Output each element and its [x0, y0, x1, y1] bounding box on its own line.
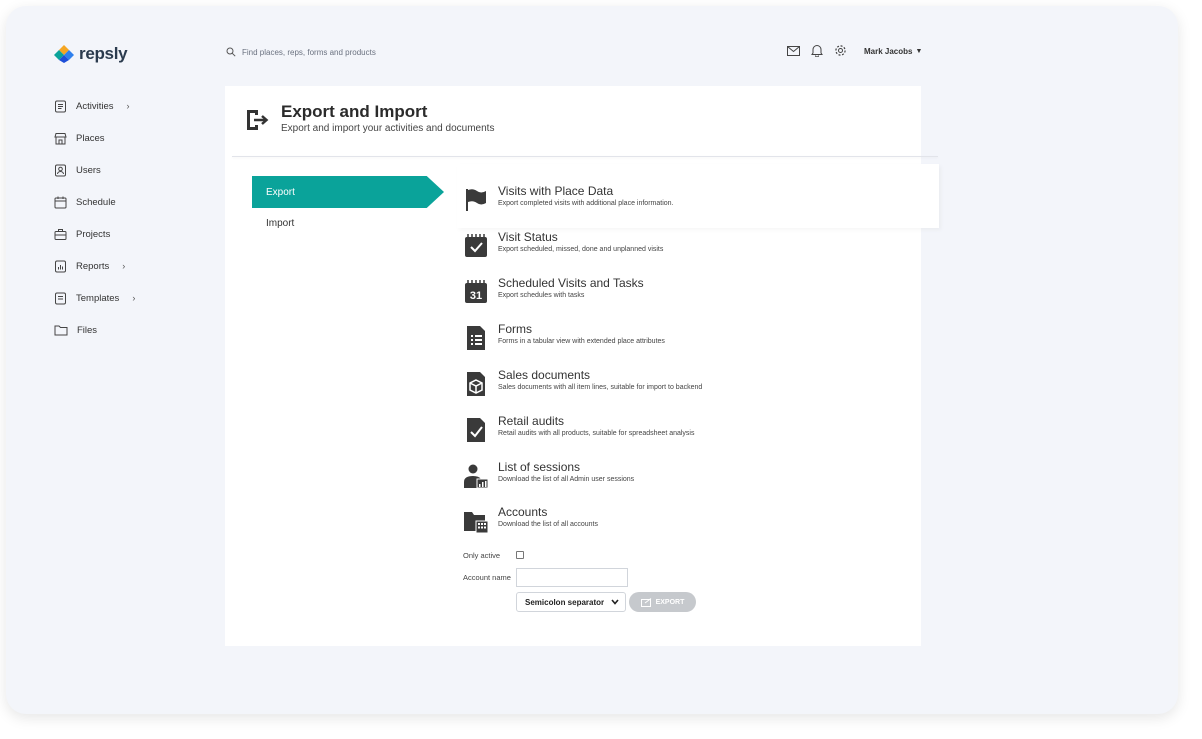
brand-name: repsly — [79, 44, 128, 63]
calendar-31-icon: 31 — [465, 280, 487, 303]
separator-selected-value: Semicolon separator — [525, 597, 605, 607]
export-item-title: Retail audits — [498, 414, 565, 428]
export-item-description: Sales documents with all item lines, sui… — [498, 384, 703, 391]
export-item-list-of-sessions[interactable]: List of sessions Download the list of al… — [463, 460, 923, 503]
accounts-folder-icon — [464, 512, 489, 534]
export-item-description: Export scheduled, missed, done and unpla… — [498, 246, 664, 253]
export-item-title: Sales documents — [498, 368, 591, 382]
separator-select[interactable]: Semicolon separator — [516, 592, 626, 612]
calendar-day-number: 31 — [470, 290, 482, 302]
export-item-title: List of sessions — [498, 460, 581, 474]
sidebar-item-label: Projects — [76, 228, 111, 240]
user-menu[interactable]: Mark Jacobs ▼ — [864, 47, 922, 56]
chevron-right-icon: › — [122, 261, 126, 271]
briefcase-icon — [54, 228, 67, 240]
chevron-right-icon: › — [132, 293, 136, 303]
form-document-icon — [467, 326, 485, 350]
bell-icon[interactable] — [811, 44, 823, 57]
export-item-description: Export completed visits with additional … — [498, 200, 674, 207]
audit-check-document-icon — [467, 418, 485, 442]
export-item-visit-status[interactable]: Visit Status Export scheduled, missed, d… — [463, 230, 923, 273]
export-arrow-icon — [640, 597, 651, 607]
export-item-sales-documents[interactable]: Sales documents Sales documents with all… — [463, 368, 923, 411]
sidebar-item-projects[interactable]: Projects — [54, 218, 135, 250]
export-item-title: Scheduled Visits and Tasks — [498, 276, 644, 290]
sidebar-item-reports[interactable]: Reports › — [54, 250, 135, 282]
export-item-description: Download the list of all accounts — [498, 521, 598, 528]
folder-icon — [54, 325, 68, 336]
calendar-check-icon — [465, 234, 487, 257]
chevron-right-icon: › — [126, 101, 130, 111]
export-door-icon — [247, 110, 269, 130]
app-window: repsly Mark Jacobs ▼ Activities — [6, 6, 1178, 714]
export-item-title: Forms — [498, 322, 532, 336]
export-item-retail-audits[interactable]: Retail audits Retail audits with all pro… — [463, 414, 923, 457]
gear-icon[interactable] — [834, 44, 847, 57]
store-icon — [54, 132, 67, 144]
export-item-description: Download the list of all Admin user sess… — [498, 476, 635, 483]
template-icon — [55, 292, 66, 304]
export-item-visits-place-data[interactable]: Visits with Place Data Export completed … — [463, 184, 923, 227]
account-name-input[interactable] — [516, 568, 628, 587]
sidebar-item-activities[interactable]: Activities › — [54, 90, 135, 122]
sidebar-item-templates[interactable]: Templates › — [54, 282, 135, 314]
user-name: Mark Jacobs — [864, 47, 913, 56]
sidebar-item-label: Places — [76, 132, 105, 144]
caret-down-icon: ▼ — [915, 48, 923, 55]
calendar-icon — [54, 196, 67, 208]
search-icon — [226, 47, 236, 57]
sidebar-item-places[interactable]: Places — [54, 122, 135, 154]
brand-logo[interactable]: repsly — [54, 44, 128, 64]
chevron-down-icon — [611, 599, 619, 605]
export-item-title: Accounts — [498, 505, 548, 519]
user-stats-icon — [464, 464, 489, 489]
sales-document-box-icon — [467, 372, 485, 396]
export-item-forms[interactable]: Forms Forms in a tabular view with exten… — [463, 322, 923, 365]
repsly-logo-icon — [54, 45, 74, 63]
export-button-label: EXPORT — [655, 598, 685, 606]
sidebar-item-label: Activities — [76, 100, 114, 112]
sidebar-item-label: Templates — [76, 292, 120, 304]
export-item-title: Visits with Place Data — [498, 184, 614, 198]
mail-icon[interactable] — [787, 45, 800, 56]
export-import-panel: Export and Import Export and import your… — [225, 86, 939, 646]
export-item-title: Visit Status — [498, 230, 558, 244]
export-item-description: Retail audits with all products, suitabl… — [498, 430, 695, 437]
search-input[interactable] — [242, 47, 502, 57]
header-divider — [232, 156, 938, 157]
sidebar-item-schedule[interactable]: Schedule — [54, 186, 135, 218]
sidebar-item-label: Users — [76, 164, 101, 176]
sidebar-item-users[interactable]: Users — [54, 154, 135, 186]
only-active-label: Only active — [463, 551, 501, 560]
export-item-accounts[interactable]: Accounts Download the list of all accoun… — [463, 505, 923, 548]
page-title: Export and Import — [281, 102, 428, 121]
user-badge-icon — [55, 164, 66, 176]
report-chart-icon — [55, 260, 66, 272]
sidebar-item-label: Files — [77, 324, 98, 336]
export-item-description: Forms in a tabular view with extended pl… — [498, 338, 665, 345]
clipboard-icon — [55, 100, 66, 112]
sidebar-item-label: Schedule — [76, 196, 116, 208]
export-item-description: Export schedules with tasks — [498, 292, 585, 299]
export-button[interactable]: EXPORT — [629, 592, 696, 612]
export-item-scheduled-visits-tasks[interactable]: 31 Scheduled Visits and Tasks Export sch… — [463, 276, 923, 319]
flag-icon — [466, 189, 486, 211]
global-search — [226, 47, 502, 57]
panel-header: Export and Import Export and import your… — [225, 86, 921, 156]
export-import-tabs: Export Import — [252, 176, 444, 238]
account-name-label: Account name — [463, 573, 511, 582]
sidebar: Activities › Places Users Schedule Proje… — [54, 90, 135, 346]
top-toolbar — [787, 44, 847, 57]
sidebar-item-label: Reports — [76, 260, 110, 272]
only-active-checkbox[interactable] — [516, 551, 524, 559]
page-subtitle: Export and import your activities and do… — [281, 123, 495, 134]
tab-export[interactable]: Export — [252, 176, 444, 208]
sidebar-item-files[interactable]: Files — [54, 314, 135, 346]
tab-import[interactable]: Import — [252, 208, 442, 238]
